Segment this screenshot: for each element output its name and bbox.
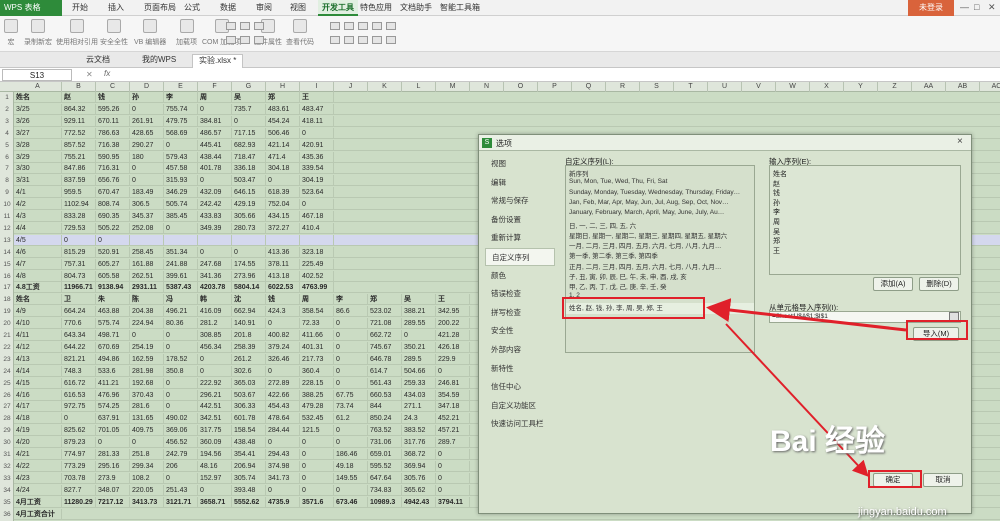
- baidu-watermark-url: jingyan.baidu.com: [858, 506, 947, 518]
- baidu-watermark-logo: Bai 经验: [770, 425, 886, 458]
- arrow-import-to-list: [706, 298, 907, 332]
